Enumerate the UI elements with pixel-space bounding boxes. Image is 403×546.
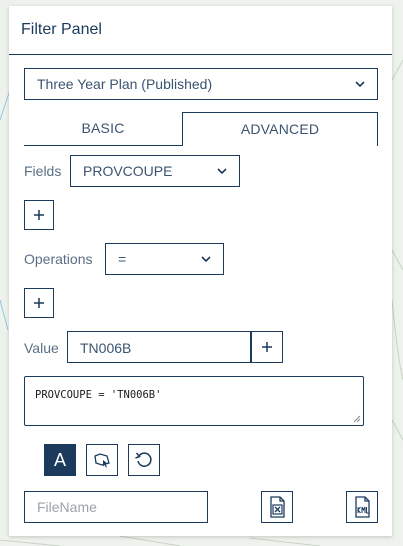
text-mode-button[interactable]: A (44, 444, 76, 476)
value-input[interactable]: TN006B (67, 331, 251, 363)
resize-handle-icon (353, 415, 361, 423)
tab-advanced-label: ADVANCED (240, 121, 320, 137)
fields-label: Fields (24, 163, 62, 179)
filename-placeholder: FileName (37, 499, 97, 515)
add-value-button[interactable] (251, 331, 283, 363)
text-mode-label: A (53, 449, 66, 470)
expression-textarea[interactable]: PROVCOUPE = 'TN006B' (24, 376, 364, 426)
operations-select[interactable]: = (105, 243, 224, 275)
map-select-button[interactable] (86, 444, 118, 476)
tab-advanced[interactable]: ADVANCED (182, 112, 378, 146)
chevron-down-icon (355, 81, 365, 88)
filter-panel: Filter Panel Three Year Plan (Published)… (9, 6, 392, 536)
chevron-down-icon (201, 256, 211, 263)
fields-select-value: PROVCOUPE (83, 163, 173, 179)
tab-basic-label: BASIC (81, 120, 125, 136)
plus-icon (34, 298, 44, 308)
expression-text: PROVCOUPE = 'TN006B' (35, 389, 162, 401)
fields-select[interactable]: PROVCOUPE (70, 155, 240, 187)
reset-button[interactable] (128, 444, 160, 476)
chevron-down-icon (217, 168, 227, 175)
panel-header: Filter Panel (9, 6, 392, 55)
export-excel-icon (270, 496, 285, 518)
add-field-button[interactable] (24, 200, 54, 230)
value-label: Value (24, 340, 59, 356)
reset-icon (135, 452, 152, 467)
panel-title: Filter Panel (21, 21, 102, 38)
tab-basic[interactable]: BASIC (24, 112, 182, 146)
layer-select[interactable]: Three Year Plan (Published) (24, 68, 378, 100)
operations-label: Operations (24, 251, 93, 267)
export-kml-icon (355, 496, 370, 518)
operations-select-value: = (118, 251, 127, 267)
plus-icon (34, 210, 44, 220)
add-operation-button[interactable] (24, 288, 54, 318)
layer-select-value: Three Year Plan (Published) (37, 76, 213, 92)
value-input-text: TN006B (80, 340, 132, 356)
export-kml-button[interactable] (346, 491, 378, 523)
export-excel-button[interactable] (261, 491, 293, 523)
plus-icon (262, 342, 272, 352)
filename-input[interactable]: FileName (24, 491, 208, 523)
map-select-icon (94, 453, 110, 468)
